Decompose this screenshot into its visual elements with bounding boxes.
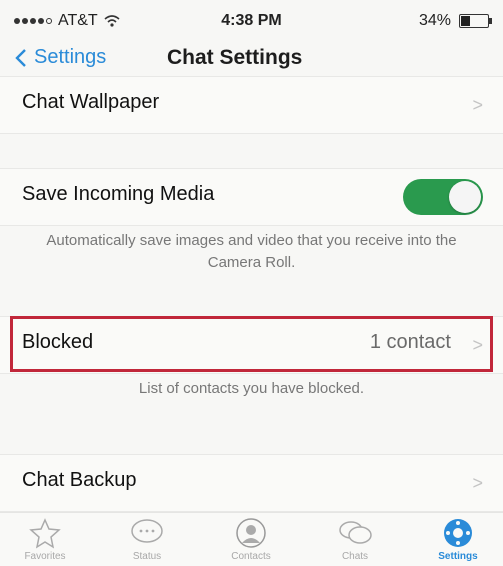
status-right: 34% — [418, 12, 492, 30]
speech-bubble-icon — [131, 519, 163, 543]
tab-chats[interactable]: Chats — [310, 513, 400, 566]
page-title: Chat Settings — [167, 46, 303, 69]
back-button-label: Settings — [34, 46, 107, 68]
settings-icon — [444, 519, 472, 547]
chat-backup-label: Chat Backup — [22, 469, 137, 491]
battery-fill — [461, 16, 470, 26]
save-incoming-media-toggle[interactable] — [403, 179, 483, 215]
blocked-description: List of contacts you have blocked. — [138, 380, 365, 397]
chevron-left-icon — [15, 48, 26, 67]
back-button[interactable]: Settings — [14, 46, 106, 69]
tab-settings-label: Settings — [438, 551, 478, 562]
tab-favorites[interactable]: Favorites — [0, 513, 90, 566]
tab-bar: Favorites Status Contacts Chats Settings — [0, 512, 503, 566]
contact-icon — [236, 518, 266, 548]
chevron-right-icon: > — [472, 95, 483, 115]
tab-favorites-label: Favorites — [24, 551, 66, 562]
tab-contacts-label: Contacts — [231, 551, 271, 562]
chat-wallpaper-row[interactable]: Chat Wallpaper > — [0, 76, 503, 134]
battery-percent: 34% — [418, 12, 451, 29]
nav-bar: Settings Chat Settings — [0, 40, 503, 80]
battery-icon — [459, 14, 492, 28]
toggle-knob — [449, 181, 481, 213]
tab-chats-label: Chats — [341, 551, 369, 562]
chat-wallpaper-label: Chat Wallpaper — [22, 91, 160, 113]
tab-status[interactable]: Status — [102, 513, 192, 566]
chat-backup-row[interactable]: Chat Backup > — [0, 454, 503, 512]
tab-settings[interactable]: Settings — [413, 513, 503, 566]
save-incoming-media-row: Save Incoming Media — [0, 168, 503, 226]
blocked-row-highlight — [10, 316, 493, 372]
save-incoming-media-label: Save Incoming Media — [22, 183, 215, 205]
chevron-right-icon: > — [472, 473, 483, 493]
chats-icon — [339, 521, 372, 544]
save-incoming-media-description: Automatically save images and video that… — [46, 232, 457, 271]
tab-status-label: Status — [132, 551, 162, 562]
star-icon — [29, 518, 61, 549]
status-bar: AT&T 4:38 PM 34% — [0, 0, 503, 40]
tab-contacts[interactable]: Contacts — [206, 513, 296, 566]
